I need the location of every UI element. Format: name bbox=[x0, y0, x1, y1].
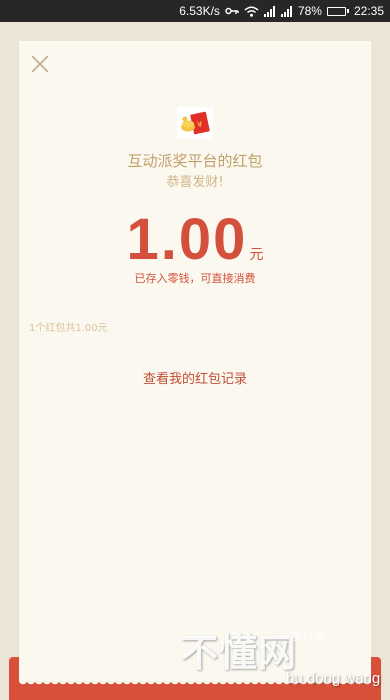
status-bar: 6.53K/s 78% 22:35 bbox=[0, 0, 390, 22]
wifi-icon bbox=[244, 6, 259, 17]
battery-icon bbox=[326, 6, 349, 16]
sender-title: 互动派奖平台的红包 bbox=[127, 152, 263, 170]
amount-value: 1.00 bbox=[126, 207, 248, 272]
greeting-message: 恭喜发财! bbox=[166, 175, 224, 190]
stored-to-balance-note: 已存入零钱，可直接消费 bbox=[134, 272, 256, 285]
card-scalloped-edge bbox=[19, 681, 371, 687]
signal-icon-1 bbox=[263, 5, 276, 17]
network-speed: 6.53K/s bbox=[179, 4, 220, 18]
battery-percent: 78% bbox=[297, 4, 322, 18]
sender-logo-icon: ¥ bbox=[177, 107, 213, 139]
key-icon bbox=[225, 6, 239, 16]
clock: 22:35 bbox=[353, 4, 384, 18]
amount-display: 1.00 元 bbox=[19, 206, 371, 273]
amount-unit: 元 bbox=[249, 247, 264, 263]
close-icon[interactable] bbox=[31, 55, 49, 73]
packet-summary: 1个红包共1.00元 bbox=[29, 323, 108, 334]
signal-icon-2 bbox=[280, 5, 293, 17]
red-packet-detail-card: ¥ 互动派奖平台的红包 恭喜发财! 1.00 元 已存入零钱，可直接消费 1个红包… bbox=[19, 41, 371, 681]
view-records-link[interactable]: 查看我的红包记录 bbox=[19, 368, 371, 387]
